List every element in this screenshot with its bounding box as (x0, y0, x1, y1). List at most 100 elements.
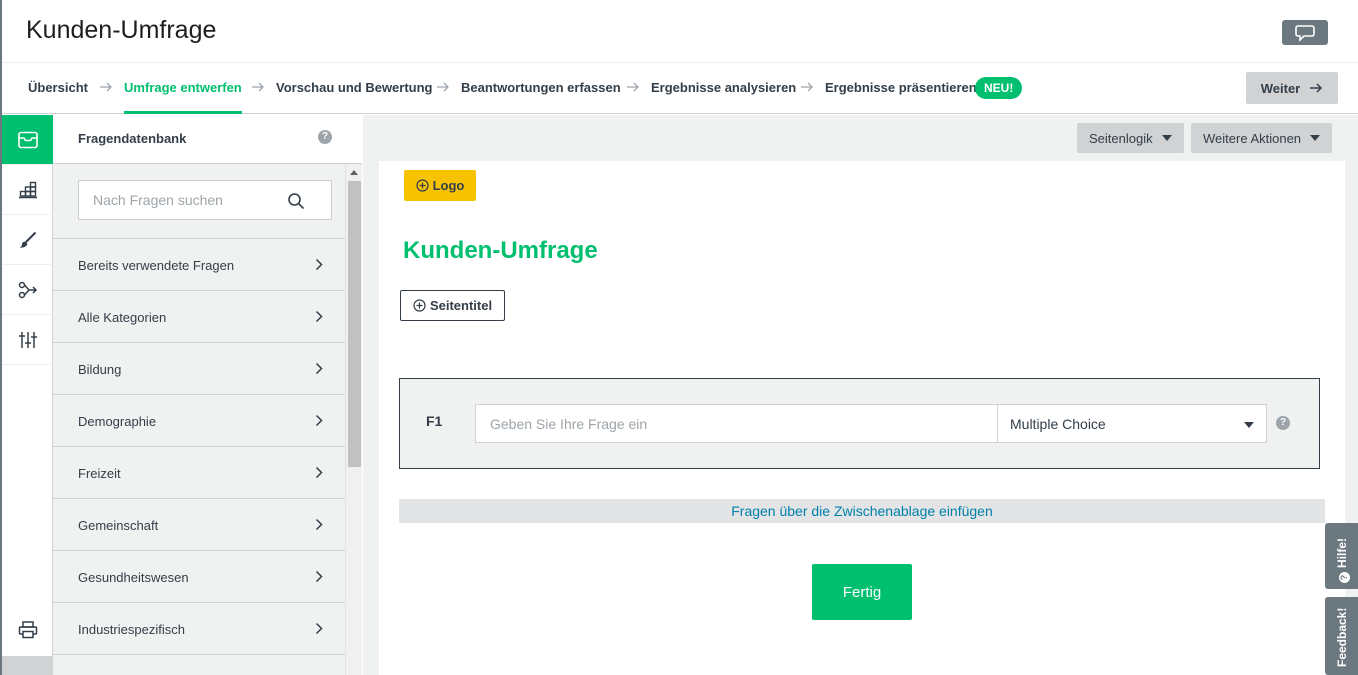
chevron-right-icon (315, 466, 323, 479)
step-analyze-results[interactable]: Ergebnisse analysieren (651, 63, 796, 114)
question-number: F1 (426, 413, 443, 429)
rail-design[interactable] (2, 215, 53, 265)
survey-title[interactable]: Kunden-Umfrage (403, 237, 598, 265)
chevron-right-icon (315, 362, 323, 375)
category-item[interactable]: Gesundheitswesen (53, 551, 345, 603)
chevron-right-icon (315, 310, 323, 323)
step-collect-responses[interactable]: Beantwortungen erfassen (461, 63, 621, 114)
survey-editor: Seitenlogik Weitere Aktionen Logo Kunden… (363, 115, 1358, 675)
question-search (53, 164, 345, 239)
rail-builder[interactable] (2, 165, 53, 215)
category-label: Alle Kategorien (78, 310, 167, 325)
builder-icon (18, 181, 37, 198)
category-item[interactable]: Gemeinschaft (53, 499, 345, 551)
question-search-input[interactable] (79, 181, 289, 219)
step-design-survey[interactable]: Umfrage entwerfen (124, 63, 242, 114)
search-icon[interactable] (287, 192, 305, 210)
question-type-select[interactable]: Multiple Choice (997, 404, 1267, 443)
rail-logic[interactable] (2, 265, 53, 315)
next-button[interactable]: Weiter (1246, 72, 1338, 104)
question-editor: F1 Multiple Choice ? (399, 378, 1320, 469)
step-preview[interactable]: Vorschau und Bewertung (276, 63, 433, 114)
feedback-tab-label: Feedback! (1335, 607, 1349, 667)
help-tab-label: ? Hilfe! (1335, 538, 1350, 583)
chevron-right-icon (315, 258, 323, 271)
category-label: Demographie (78, 414, 157, 429)
chevron-right-icon (315, 518, 323, 531)
category-item[interactable]: Industriespezifisch (53, 603, 345, 655)
chevron-right-icon (315, 570, 323, 583)
arrow-right-icon (1310, 83, 1323, 93)
add-page-title-label: Seitentitel (429, 298, 493, 313)
help-icon[interactable]: ? (1276, 416, 1290, 430)
chevron-right-icon (315, 414, 323, 427)
question-text-input[interactable] (475, 404, 997, 443)
logic-branch-icon (18, 281, 37, 298)
category-label: Gemeinschaft (78, 518, 159, 533)
tool-rail (2, 115, 53, 675)
rail-options[interactable] (2, 315, 53, 365)
chat-bubble-icon (1295, 24, 1315, 42)
survey-editor-app: Kunden-Umfrage Übersicht Umfrage entwerf… (0, 0, 1358, 675)
more-actions-dropdown[interactable]: Weitere Aktionen (1191, 123, 1333, 153)
more-actions-label: Weitere Aktionen (1203, 130, 1302, 146)
category-label: Industriespezifisch (78, 622, 185, 637)
done-button[interactable]: Fertig (812, 564, 912, 620)
page-logic-label: Seitenlogik (1089, 130, 1153, 146)
category-label: Freizeit (78, 466, 121, 481)
add-logo-button[interactable]: Logo (404, 170, 476, 201)
category-item[interactable]: Freizeit (53, 447, 345, 499)
category-label: Bildung (78, 362, 122, 377)
category-label: Bereits verwendete Fragen (78, 258, 235, 273)
arrow-right-icon (627, 82, 639, 92)
chat-button[interactable] (1282, 20, 1328, 45)
arrow-right-icon (437, 82, 449, 92)
help-tab-icon: ? (1339, 572, 1350, 583)
rail-footer (2, 656, 53, 675)
category-label: Gesundheitswesen (78, 570, 189, 585)
header: Kunden-Umfrage (2, 0, 1358, 62)
next-button-label: Weiter (1260, 80, 1301, 96)
category-item[interactable]: Alle Kategorien (53, 291, 345, 343)
question-search-box (78, 180, 332, 220)
question-bank-scrollbar[interactable] (345, 164, 362, 675)
sliders-icon (18, 331, 37, 348)
paintbrush-icon (19, 231, 36, 248)
add-page-title-button[interactable]: Seitentitel (400, 290, 505, 321)
survey-canvas: Logo Kunden-Umfrage Seitentitel F1 Multi… (379, 161, 1345, 675)
question-bank-header: Fragendatenbank ? (53, 115, 362, 164)
plus-circle-icon (413, 299, 426, 312)
category-item[interactable]: Bildung (53, 343, 345, 395)
question-bank-icon (17, 131, 38, 148)
paste-questions-link[interactable]: Fragen über die Zwischenablage einfügen (399, 499, 1325, 523)
step-overview[interactable]: Übersicht (28, 63, 88, 114)
help-tab-text: Hilfe! (1335, 538, 1349, 568)
rail-print[interactable] (2, 605, 53, 655)
help-tab[interactable]: ? Hilfe! (1325, 523, 1358, 589)
print-icon (18, 621, 37, 639)
new-badge: NEU! (975, 77, 1023, 99)
page-logic-dropdown[interactable]: Seitenlogik (1077, 123, 1184, 153)
category-item[interactable]: Bereits verwendete Fragen (53, 239, 345, 291)
caret-down-icon (1310, 135, 1321, 141)
add-logo-label: Logo (432, 178, 465, 193)
caret-up-icon (350, 170, 358, 175)
question-bank-title: Fragendatenbank (78, 131, 187, 146)
question-bank-panel: Fragendatenbank ? Bereits verwendete Fra… (53, 115, 362, 675)
scroll-up-arrow[interactable] (346, 164, 362, 181)
caret-down-icon (1244, 422, 1254, 428)
feedback-tab[interactable]: Feedback! (1325, 597, 1358, 675)
arrow-right-icon (801, 82, 813, 92)
app-title: Kunden-Umfrage (26, 16, 217, 44)
step-navigation: Übersicht Umfrage entwerfen Vorschau und… (2, 62, 1358, 114)
plus-circle-icon (416, 179, 429, 192)
scrollbar-thumb[interactable] (348, 181, 361, 467)
category-item[interactable]: Demographie (53, 395, 345, 447)
step-present-results[interactable]: Ergebnisse präsentieren (825, 63, 977, 114)
caret-down-icon (1161, 135, 1172, 141)
rail-question-bank[interactable] (2, 115, 53, 165)
arrow-right-icon (100, 82, 112, 92)
chevron-right-icon (315, 622, 323, 635)
arrow-right-icon (252, 82, 264, 92)
help-icon[interactable]: ? (318, 130, 332, 144)
